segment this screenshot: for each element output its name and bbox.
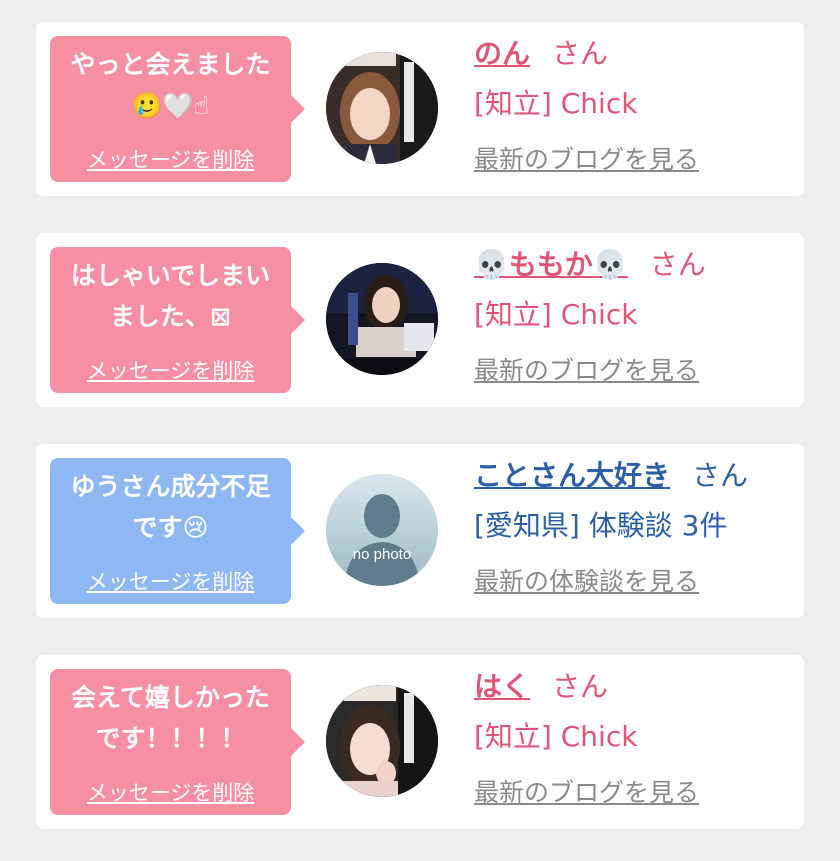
shop-label: [知立] Chick bbox=[474, 720, 638, 753]
delete-message-link[interactable]: メッセージを削除 bbox=[50, 566, 291, 596]
latest-blog-link[interactable]: 最新のブログを見る bbox=[474, 775, 699, 811]
sender-info: のん さん [知立] Chick 最新のブログを見る bbox=[474, 34, 699, 178]
avatar[interactable] bbox=[326, 685, 438, 797]
no-photo-label: no photo bbox=[353, 546, 411, 563]
latest-blog-link[interactable]: 最新のブログを見る bbox=[474, 142, 699, 178]
message-text: はしゃいでしまい ました、⊠ bbox=[70, 261, 271, 331]
honorific: さん bbox=[649, 248, 706, 281]
shop-label: [知立] Chick bbox=[474, 87, 638, 120]
message-list: やっと会えました 🥲🤍☝ メッセージを削除 のん さん [知立] Chick 最新… bbox=[0, 0, 840, 861]
honorific: さん bbox=[552, 670, 609, 703]
skull-icon: 💀 bbox=[592, 248, 628, 281]
delete-message-link[interactable]: メッセージを削除 bbox=[50, 355, 291, 385]
skull-icon: 💀 bbox=[474, 248, 509, 281]
sender-name-link[interactable]: のん bbox=[474, 37, 530, 70]
message-card: 会えて嬉しかった です！！！！ メッセージを削除 はく さん [知立] Chick… bbox=[36, 655, 804, 829]
message-bubble: 会えて嬉しかった です！！！！ メッセージを削除 bbox=[50, 669, 305, 815]
latest-blog-link[interactable]: 最新のブログを見る bbox=[474, 353, 706, 389]
delete-message-link[interactable]: メッセージを削除 bbox=[50, 777, 291, 807]
shop-label: [知立] Chick bbox=[474, 298, 638, 331]
no-photo-avatar[interactable]: no photo bbox=[326, 474, 438, 586]
review-count-label: [愛知県] 体験談 3件 bbox=[474, 509, 728, 542]
sender-info: 💀ももか💀 さん [知立] Chick 最新のブログを見る bbox=[474, 245, 706, 389]
message-bubble: ゆうさん成分不足 です😢 メッセージを削除 bbox=[50, 458, 305, 604]
latest-review-link[interactable]: 最新の体験談を見る bbox=[474, 564, 748, 600]
avatar[interactable] bbox=[326, 263, 438, 375]
message-text: 会えて嬉しかった です！！！！ bbox=[71, 683, 270, 753]
delete-message-link[interactable]: メッセージを削除 bbox=[50, 144, 291, 174]
sender-info: ことさん大好き さん [愛知県] 体験談 3件 最新の体験談を見る bbox=[474, 456, 748, 600]
avatar[interactable] bbox=[326, 52, 438, 164]
message-card: やっと会えました 🥲🤍☝ メッセージを削除 のん さん [知立] Chick 最新… bbox=[36, 22, 804, 196]
message-text: やっと会えました 🥲🤍☝ bbox=[70, 50, 271, 120]
sender-name-link[interactable]: はく bbox=[474, 670, 530, 703]
sender-name-link[interactable]: ことさん大好き bbox=[474, 459, 670, 492]
honorific: さん bbox=[552, 37, 609, 70]
message-bubble: はしゃいでしまい ました、⊠ メッセージを削除 bbox=[50, 247, 305, 393]
message-card: ゆうさん成分不足 です😢 メッセージを削除 no photo ことさん大好き さん bbox=[36, 444, 804, 618]
honorific: さん bbox=[692, 459, 749, 492]
message-card: はしゃいでしまい ました、⊠ メッセージを削除 💀ももか💀 さん [知立] Chi… bbox=[36, 233, 804, 407]
message-bubble: やっと会えました 🥲🤍☝ メッセージを削除 bbox=[50, 36, 305, 182]
sender-name-link[interactable]: 💀ももか💀 bbox=[474, 248, 628, 281]
sender-info: はく さん [知立] Chick 最新のブログを見る bbox=[474, 667, 699, 811]
message-text: ゆうさん成分不足 です😢 bbox=[70, 472, 271, 542]
